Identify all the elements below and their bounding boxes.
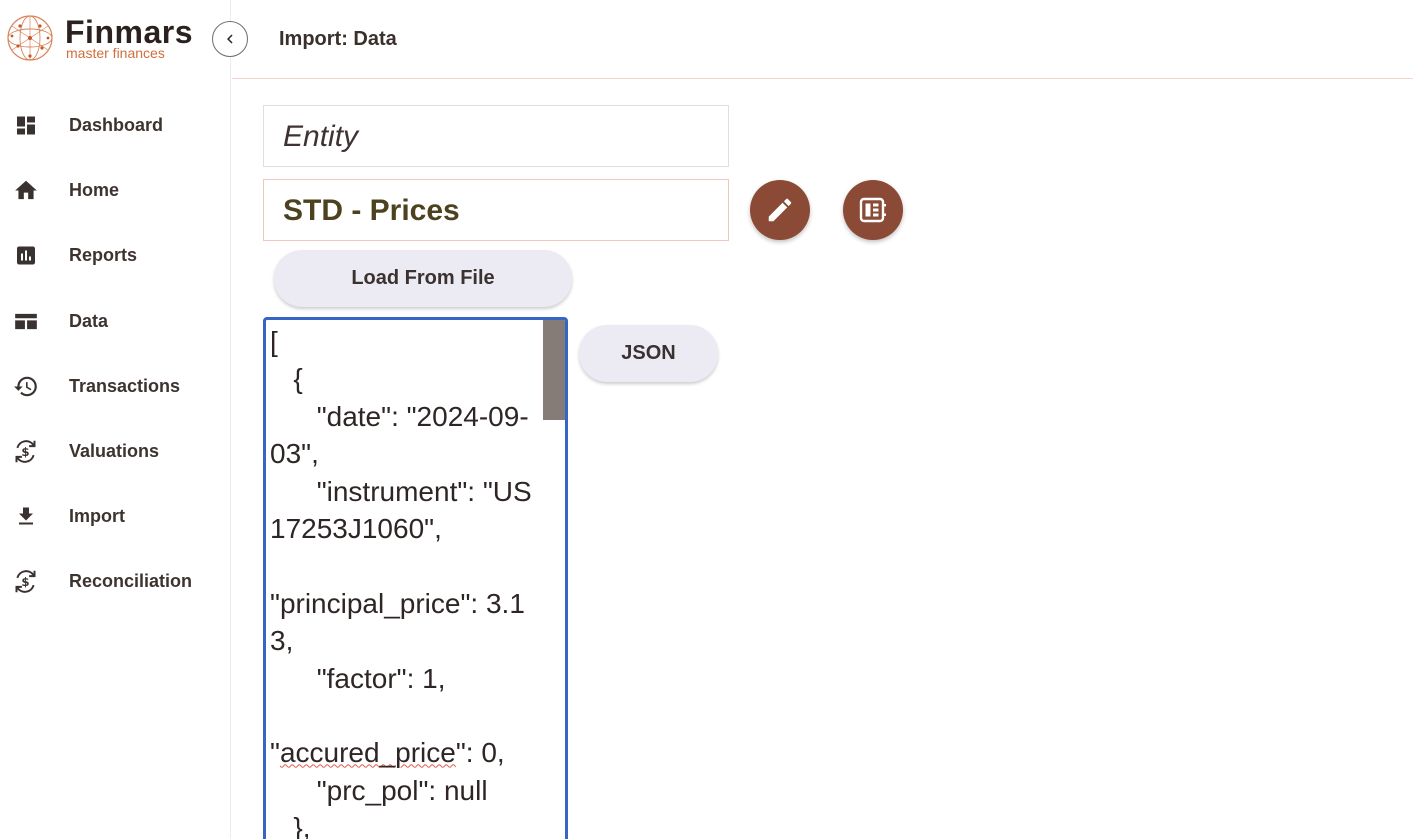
json-data-textarea[interactable]: [ { "date": "2024-09-03", "instrument": … [263, 317, 568, 839]
sidebar-item-valuations[interactable]: $ Valuations [0, 419, 231, 484]
currency-exchange-icon: $ [12, 438, 39, 465]
globe-logo-icon [7, 15, 53, 61]
sidebar-item-label: Valuations [69, 441, 160, 462]
json-content: [ { "date": "2024-09-03", "instrument": … [270, 326, 532, 839]
schema-icon [859, 197, 886, 223]
sidebar-item-label: Transactions [69, 375, 181, 396]
svg-text:$: $ [21, 445, 29, 459]
sidebar-item-label: Home [69, 180, 120, 201]
sidebar-item-label: Dashboard [69, 115, 164, 136]
finmars-logo[interactable]: Finmars master finances [6, 12, 206, 64]
scheme-details-button[interactable] [843, 180, 903, 240]
sidebar-item-import[interactable]: Import [0, 484, 231, 549]
sidebar-item-transactions[interactable]: Transactions [0, 354, 231, 419]
sidebar-item-reconciliation[interactable]: $ Reconciliation [0, 549, 231, 614]
table-icon [12, 308, 39, 335]
sidebar-item-dashboard[interactable]: Dashboard [0, 93, 231, 158]
sidebar-nav: Dashboard Home Reports Data Transactions [0, 93, 231, 615]
page-header: Import: Data [232, 0, 1413, 79]
sidebar: Finmars master finances Dashboard Home R… [0, 0, 231, 839]
load-from-file-button[interactable]: Load From File [274, 250, 572, 307]
sidebar-item-reports[interactable]: Reports [0, 223, 231, 288]
entity-select[interactable]: Entity [263, 105, 729, 167]
sidebar-item-home[interactable]: Home [0, 158, 231, 223]
download-icon [12, 503, 39, 530]
sidebar-item-label: Reconciliation [69, 571, 193, 592]
pencil-icon [768, 198, 792, 222]
svg-text:$: $ [21, 575, 29, 589]
edit-scheme-button[interactable] [750, 180, 810, 240]
json-format-button[interactable]: JSON [579, 325, 718, 382]
reports-icon [12, 242, 39, 269]
textarea-scrollbar-thumb[interactable] [543, 320, 565, 420]
page-title: Import: Data [279, 28, 397, 50]
collapse-sidebar-button[interactable] [212, 21, 248, 57]
chevron-left-icon [227, 34, 233, 44]
currency-exchange-icon: $ [12, 568, 39, 595]
home-icon [12, 177, 39, 204]
sidebar-item-label: Data [69, 310, 109, 331]
sidebar-item-data[interactable]: Data [0, 289, 231, 354]
spellcheck-error: accured_price [279, 737, 456, 769]
import-scheme-select[interactable]: STD - Prices [263, 179, 729, 241]
brand-tagline: master finances [66, 45, 165, 61]
dashboard-icon [12, 112, 39, 139]
sidebar-item-label: Reports [69, 245, 138, 266]
history-icon [12, 373, 39, 400]
sidebar-item-label: Import [69, 506, 125, 527]
import-scheme-value: STD - Prices [283, 194, 460, 227]
entity-placeholder: Entity [283, 120, 359, 153]
